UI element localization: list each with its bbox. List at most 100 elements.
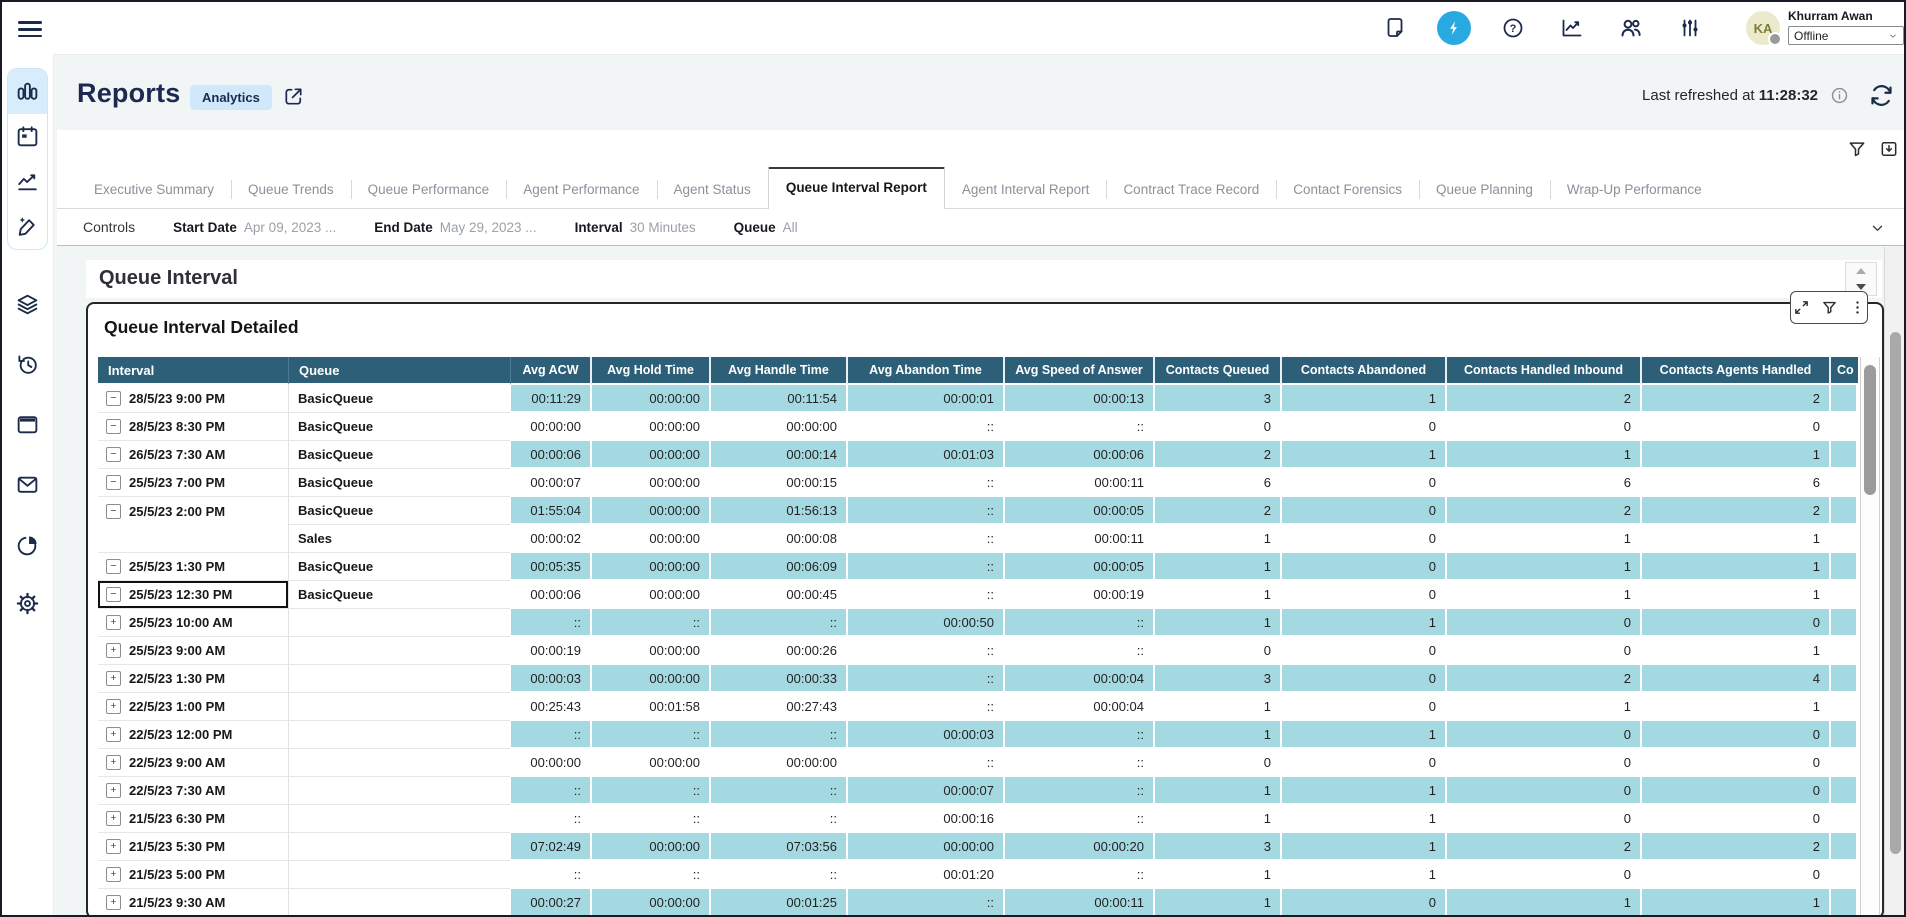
collapse-row-icon[interactable]: − xyxy=(106,419,121,434)
expand-row-icon[interactable]: + xyxy=(106,699,121,714)
tab-queue-interval-report[interactable]: Queue Interval Report xyxy=(768,167,945,209)
metric-cell: :: xyxy=(592,777,711,805)
metric-cell: 1 xyxy=(1155,721,1282,749)
filter-icon[interactable] xyxy=(1847,139,1867,159)
users-icon[interactable] xyxy=(1614,11,1648,45)
collapse-row-icon[interactable]: − xyxy=(106,447,121,462)
table-scrollbar[interactable] xyxy=(1860,357,1880,917)
table-scrollbar-thumb[interactable] xyxy=(1864,365,1876,495)
expand-row-icon[interactable]: + xyxy=(106,755,121,770)
window-icon[interactable] xyxy=(15,412,40,437)
expand-icon[interactable] xyxy=(1793,299,1810,316)
gear-icon[interactable] xyxy=(15,591,40,616)
control-end-date[interactable]: End DateMay 29, 2023 ... xyxy=(374,220,536,235)
col-header-contacts-agents-handled[interactable]: Contacts Agents Handled xyxy=(1642,357,1831,385)
col-header-interval[interactable]: Interval xyxy=(98,357,289,385)
collapse-row-icon[interactable]: − xyxy=(106,475,121,490)
status-select[interactable]: Offline xyxy=(1788,26,1904,45)
external-link-icon[interactable] xyxy=(282,85,305,108)
control-start-date[interactable]: Start DateApr 09, 2023 ... xyxy=(173,220,336,235)
metric-cell: 0 xyxy=(1282,581,1447,609)
tab-contact-forensics[interactable]: Contact Forensics xyxy=(1276,171,1419,208)
history-icon[interactable] xyxy=(15,352,40,377)
col-header-avg-handle-time[interactable]: Avg Handle Time xyxy=(711,357,848,385)
col-header-queue[interactable]: Queue xyxy=(289,357,511,385)
last-refreshed-time: 11:28:32 xyxy=(1759,87,1818,104)
tab-contract-trace-record[interactable]: Contract Trace Record xyxy=(1106,171,1276,208)
kebab-icon[interactable] xyxy=(1849,299,1866,316)
metric-cell: 0 xyxy=(1282,749,1447,777)
filter-visual-icon[interactable] xyxy=(1821,299,1838,316)
tab-queue-performance[interactable]: Queue Performance xyxy=(351,171,507,208)
col-header-contacts-handled-inbound[interactable]: Contacts Handled Inbound xyxy=(1447,357,1642,385)
metric-cell: 00:00:01 xyxy=(848,385,1005,413)
page-scrollbar-thumb[interactable] xyxy=(1890,332,1901,854)
expand-row-icon[interactable]: + xyxy=(106,839,121,854)
clipped-metric-cell xyxy=(1831,693,1858,721)
collapse-row-icon[interactable]: − xyxy=(106,504,121,519)
scroll-up-icon[interactable] xyxy=(1846,263,1876,279)
expand-row-icon[interactable]: + xyxy=(106,671,121,686)
tab-wrap-up-performance[interactable]: Wrap-Up Performance xyxy=(1550,171,1719,208)
sidebar-item-calendar-icon[interactable] xyxy=(8,114,47,159)
metric-cell: :: xyxy=(848,637,1005,665)
collapse-row-icon[interactable]: − xyxy=(106,559,121,574)
sidebar-item-annotate-icon[interactable] xyxy=(8,204,47,249)
control-queue[interactable]: QueueAll xyxy=(734,220,798,235)
metric-cell: :: xyxy=(511,609,592,637)
tab-agent-interval-report[interactable]: Agent Interval Report xyxy=(945,171,1107,208)
expand-row-icon[interactable]: + xyxy=(106,727,121,742)
metric-cell: 00:00:11 xyxy=(1005,525,1155,553)
col-header-avg-speed-of-answer[interactable]: Avg Speed of Answer xyxy=(1005,357,1155,385)
download-icon[interactable] xyxy=(1879,139,1899,159)
interval-cell: +22/5/23 1:00 PM xyxy=(98,693,289,721)
user-name: Khurram Awan xyxy=(1788,9,1904,23)
queue-cell xyxy=(289,609,511,637)
tab-agent-performance[interactable]: Agent Performance xyxy=(506,171,656,208)
pie-chart-icon[interactable] xyxy=(15,533,40,558)
expand-row-icon[interactable]: + xyxy=(106,895,121,910)
collapse-row-icon[interactable]: − xyxy=(106,391,121,406)
metric-cell: 1 xyxy=(1282,805,1447,833)
tab-queue-planning[interactable]: Queue Planning xyxy=(1419,171,1550,208)
metric-cell: 00:00:11 xyxy=(1005,889,1155,917)
note-icon[interactable] xyxy=(1378,11,1412,45)
sidebar-item-line-chart-icon[interactable] xyxy=(8,159,47,204)
col-header-avg-abandon-time[interactable]: Avg Abandon Time xyxy=(848,357,1005,385)
col-header-co[interactable]: Co xyxy=(1831,357,1858,385)
col-header-avg-hold-time[interactable]: Avg Hold Time xyxy=(592,357,711,385)
line-chart-icon xyxy=(15,169,40,194)
clipped-metric-cell xyxy=(1831,861,1858,889)
metric-cell: 0 xyxy=(1282,889,1447,917)
page-scrollbar[interactable] xyxy=(1884,247,1906,915)
expand-row-icon[interactable]: + xyxy=(106,643,121,658)
expand-row-icon[interactable]: + xyxy=(106,811,121,826)
refresh-icon[interactable] xyxy=(1868,82,1895,109)
layers-icon[interactable] xyxy=(15,292,40,317)
help-icon[interactable]: ? xyxy=(1496,11,1530,45)
last-refreshed: Last refreshed at 11:28:32 xyxy=(1642,87,1818,104)
menu-icon[interactable] xyxy=(18,17,42,39)
avatar[interactable]: KA xyxy=(1746,11,1780,45)
flash-icon[interactable] xyxy=(1437,11,1471,45)
sliders-icon[interactable] xyxy=(1673,11,1707,45)
metric-cell: 2 xyxy=(1155,441,1282,469)
sidebar-item-bar-chart-icon[interactable] xyxy=(8,69,47,114)
controls-collapse-icon[interactable] xyxy=(1869,221,1886,235)
expand-row-icon[interactable]: + xyxy=(106,867,121,882)
col-header-avg-acw[interactable]: Avg ACW xyxy=(511,357,592,385)
info-icon[interactable] xyxy=(1830,86,1849,105)
table-row: −28/5/23 9:00 PMBasicQueue00:11:2900:00:… xyxy=(98,385,1858,413)
tab-agent-status[interactable]: Agent Status xyxy=(657,171,768,208)
col-header-contacts-abandoned[interactable]: Contacts Abandoned xyxy=(1282,357,1447,385)
metrics-icon[interactable] xyxy=(1555,11,1589,45)
control-interval[interactable]: Interval30 Minutes xyxy=(575,220,696,235)
col-header-contacts-queued[interactable]: Contacts Queued xyxy=(1155,357,1282,385)
mail-icon[interactable] xyxy=(15,472,40,497)
metric-cell: 1 xyxy=(1155,581,1282,609)
expand-row-icon[interactable]: + xyxy=(106,783,121,798)
tab-queue-trends[interactable]: Queue Trends xyxy=(231,171,351,208)
tab-executive-summary[interactable]: Executive Summary xyxy=(77,171,231,208)
expand-row-icon[interactable]: + xyxy=(106,615,121,630)
collapse-row-icon[interactable]: − xyxy=(106,587,121,602)
